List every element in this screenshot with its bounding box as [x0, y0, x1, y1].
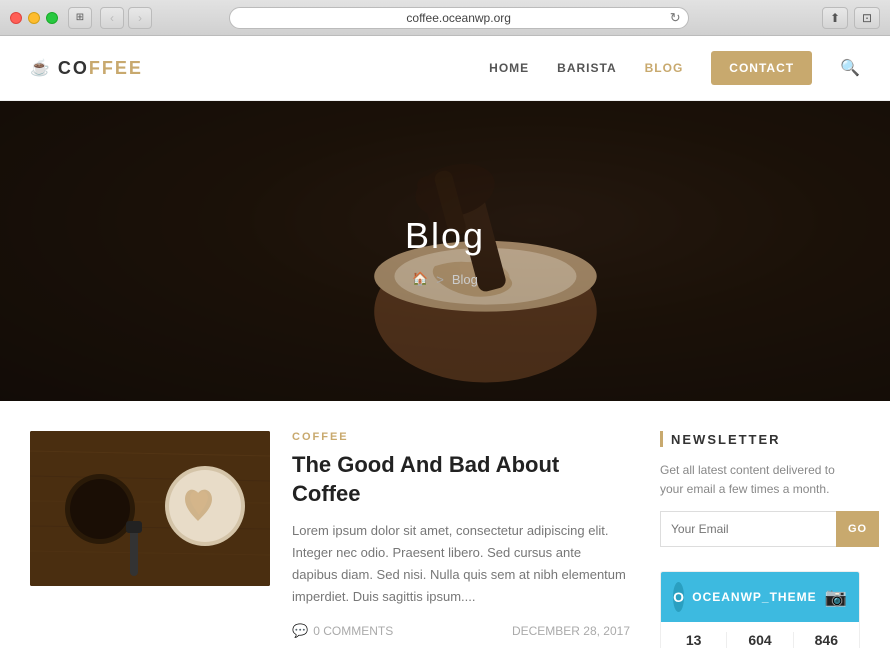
search-icon[interactable]: 🔍 — [840, 58, 860, 78]
post-title[interactable]: The Good And Bad About Coffee — [292, 451, 630, 508]
post-footer: 💬 0 COMMENTS DECEMBER 28, 2017 — [292, 623, 630, 639]
post-category: COFFEE — [292, 431, 630, 443]
instagram-following-stat: 846 following — [794, 632, 859, 648]
instagram-avatar: O — [673, 582, 684, 612]
instagram-header: O OCEANWP_THEME 📷 — [661, 572, 859, 622]
comment-icon: 💬 — [292, 623, 308, 639]
logo-ffee: FFEE — [89, 58, 143, 78]
nav-blog[interactable]: BLOG — [645, 61, 684, 75]
logo-icon: ☕ — [30, 58, 52, 78]
main-content: COFFEE The Good And Bad About Coffee Lor… — [0, 401, 890, 648]
post-date: DECEMBER 28, 2017 — [512, 624, 630, 638]
newsletter-email-input[interactable] — [660, 511, 836, 547]
hero-content: Blog 🏠 > Blog — [405, 215, 485, 287]
logo-co: CO — [58, 58, 89, 78]
logo-text: COFFEE — [58, 58, 143, 79]
maximize-button[interactable] — [46, 12, 58, 24]
newsletter-form: GO — [660, 511, 860, 547]
instagram-posts-stat: 13 posts — [661, 632, 727, 648]
share-button[interactable]: ⬆ — [822, 7, 848, 29]
post-comments[interactable]: 💬 0 COMMENTS — [292, 623, 393, 639]
comments-count: 0 COMMENTS — [313, 624, 393, 638]
close-button[interactable] — [10, 12, 22, 24]
tab-bar-icon[interactable]: ⊞ — [68, 7, 92, 29]
post-excerpt: Lorem ipsum dolor sit amet, consectetur … — [292, 520, 630, 608]
browser-chrome: ⊞ ‹ › ↻ ⬆ ⊡ — [0, 0, 890, 36]
site-header: ☕ COFFEE HOME BARISTA BLOG CONTACT 🔍 — [0, 36, 890, 101]
blog-post: COFFEE The Good And Bad About Coffee Lor… — [30, 431, 630, 639]
browser-window-controls — [10, 12, 58, 24]
sidebar: NEWSLETTER Get all latest content delive… — [660, 431, 860, 648]
website-content: ☕ COFFEE HOME BARISTA BLOG CONTACT 🔍 — [0, 36, 890, 648]
newsletter-submit-button[interactable]: GO — [836, 511, 879, 547]
browser-navigation: ‹ › — [100, 7, 152, 29]
instagram-icon[interactable]: 📷 — [825, 587, 847, 608]
hero-breadcrumb: 🏠 > Blog — [405, 271, 485, 287]
newsletter-description: Get all latest content delivered to your… — [660, 461, 860, 499]
breadcrumb-home-icon[interactable]: 🏠 — [412, 271, 428, 287]
breadcrumb-separator: > — [436, 272, 444, 287]
hero-title: Blog — [405, 215, 485, 257]
blog-posts-section: COFFEE The Good And Bad About Coffee Lor… — [30, 431, 630, 648]
following-count: 846 — [794, 632, 859, 648]
newsletter-title: NEWSLETTER — [660, 431, 860, 447]
nav-home[interactable]: HOME — [489, 61, 529, 75]
posts-count: 13 — [661, 632, 726, 648]
breadcrumb-current: Blog — [452, 272, 478, 287]
site-navigation: HOME BARISTA BLOG CONTACT 🔍 — [489, 51, 860, 85]
post-image[interactable] — [30, 431, 270, 586]
post-coffee-image — [30, 431, 270, 586]
browser-action-buttons: ⬆ ⊡ — [822, 7, 880, 29]
post-content: COFFEE The Good And Bad About Coffee Lor… — [292, 431, 630, 639]
back-button[interactable]: ‹ — [100, 7, 124, 29]
url-input[interactable] — [229, 7, 689, 29]
nav-contact[interactable]: CONTACT — [711, 51, 812, 85]
newsletter-widget: NEWSLETTER Get all latest content delive… — [660, 431, 860, 547]
refresh-button[interactable]: ↻ — [670, 10, 681, 26]
instagram-handle: OCEANWP_THEME — [692, 590, 816, 604]
hero-banner: Blog 🏠 > Blog — [0, 101, 890, 401]
nav-barista[interactable]: BARISTA — [557, 61, 616, 75]
address-bar: ↻ — [229, 7, 689, 29]
forward-button[interactable]: › — [128, 7, 152, 29]
instagram-followers-stat: 604 followers — [727, 632, 793, 648]
instagram-widget: O OCEANWP_THEME 📷 13 posts 604 followers… — [660, 571, 860, 648]
minimize-button[interactable] — [28, 12, 40, 24]
followers-count: 604 — [727, 632, 792, 648]
instagram-stats: 13 posts 604 followers 846 following — [661, 622, 859, 648]
site-logo[interactable]: ☕ COFFEE — [30, 58, 143, 79]
new-tab-button[interactable]: ⊡ — [854, 7, 880, 29]
